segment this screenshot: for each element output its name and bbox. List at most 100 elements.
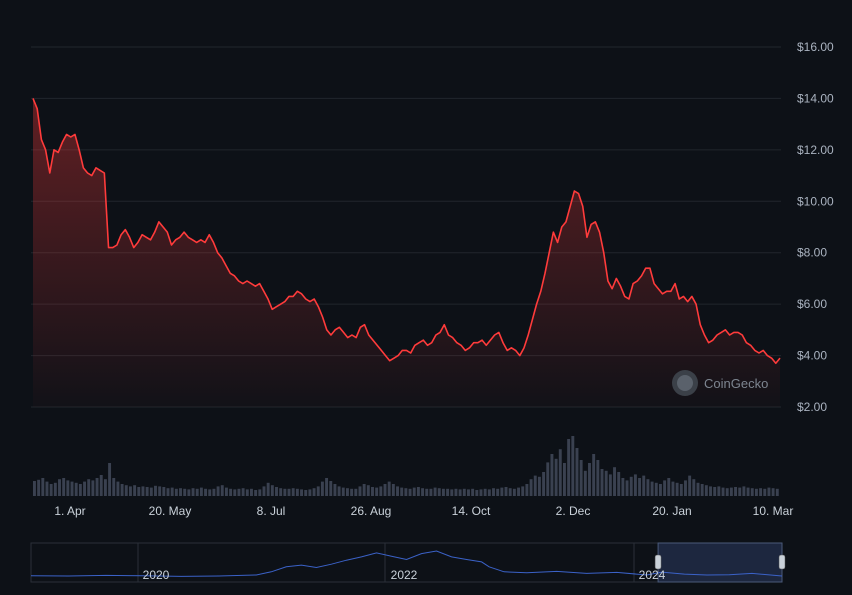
volume-bar [283,488,287,496]
volume-bar [596,460,600,496]
volume-bar [112,478,116,496]
volume-bar [183,488,187,496]
volume-bar [162,487,166,496]
volume-bar [87,479,91,496]
volume-bar [158,486,162,496]
volume-bar [74,482,78,496]
volume-bar [642,475,646,496]
volume-bar [754,488,758,496]
volume-bar [579,460,583,496]
volume-bar [279,488,283,496]
volume-bar [429,488,433,496]
volume-bar [270,485,274,496]
volume-bar [350,488,354,496]
volume-bar [575,448,579,496]
volume-bar [133,485,137,496]
volume-bar [212,488,216,496]
volume-bar [241,488,245,496]
volume-bar [721,487,725,496]
volume-bar [325,478,329,496]
navigator-right-handle[interactable] [778,554,786,570]
volume-bar [421,488,425,496]
volume-bars [33,436,779,496]
volume-bar [53,482,57,496]
volume-bar [400,487,404,496]
volume-bar [487,489,491,496]
volume-bar [700,484,704,496]
volume-bar [437,488,441,496]
volume-bar [604,470,608,496]
price-chart: $2.00 $4.00 $6.00 $8.00 $10.00 $12.00 $14.00 $1… [30,40,834,583]
volume-bar [433,487,437,496]
volume-bar [187,489,191,496]
volume-bar [166,488,170,496]
volume-bar [250,488,253,496]
volume-bar [692,479,696,496]
volume-bar [237,488,241,496]
volume-bar [542,472,546,496]
volume-bar [537,476,541,496]
volume-bar [567,439,571,496]
volume-bar [224,487,228,496]
volume-bar [345,488,349,496]
volume-bar [262,486,266,496]
volume-bar [416,487,420,496]
volume-bar [471,488,475,496]
volume-bar [362,484,366,496]
volume-bar [525,484,529,496]
volume-bar [300,489,303,496]
watermark-text: CoinGecko [704,376,768,391]
volume-bar [341,487,345,496]
volume-bar [763,488,767,496]
volume-bar [308,489,312,496]
x-tick-label: 14. Oct [452,504,491,518]
volume-bar [483,488,487,496]
volume-bar [704,485,708,496]
volume-bar [141,486,145,496]
volume-bar [404,488,408,496]
volume-bar [462,488,466,496]
volume-bar [600,469,604,496]
x-axis: 1. Apr 20. May 8. Jul 26. Aug 14. Oct 2. Dec 2… [54,504,793,518]
volume-bar [725,488,729,496]
volume-bar [287,488,291,496]
volume-bar [638,478,642,496]
volume-bar [696,482,700,496]
volume-bar [529,479,533,496]
y-tick-label: $8.00 [797,246,827,260]
volume-bar [621,478,625,496]
volume-bar [408,488,412,496]
volume-bar [179,488,182,496]
volume-bar [49,484,53,496]
volume-bar [358,486,362,496]
volume-bar [479,489,483,496]
range-navigator[interactable]: 2020 2022 2024 [30,542,786,583]
volume-bar [320,481,324,496]
volume-bar [191,488,195,496]
volume-bar [62,478,66,496]
volume-bar [154,485,157,496]
y-tick-label: $12.00 [797,143,834,157]
volume-bar [750,488,754,496]
volume-bar [103,479,107,496]
volume-bar [99,475,103,496]
volume-bar [746,487,750,496]
volume-bar [467,489,470,496]
navigator-window[interactable] [654,542,786,583]
volume-bar [391,484,395,496]
x-tick-label: 20. May [149,504,192,518]
volume-bar [291,488,295,496]
volume-bar [713,487,717,496]
volume-bar [504,487,508,496]
navigator-left-handle[interactable] [654,554,662,570]
volume-bar [83,481,86,496]
volume-bar [688,475,692,496]
volume-bar [441,488,445,496]
volume-bar [554,458,558,496]
navigator-year-label: 2024 [639,568,666,582]
navigator-selection[interactable] [657,542,783,583]
volume-bar [717,486,721,496]
x-tick-label: 8. Jul [257,504,286,518]
volume-bar [199,487,203,496]
volume-bar [233,489,237,496]
